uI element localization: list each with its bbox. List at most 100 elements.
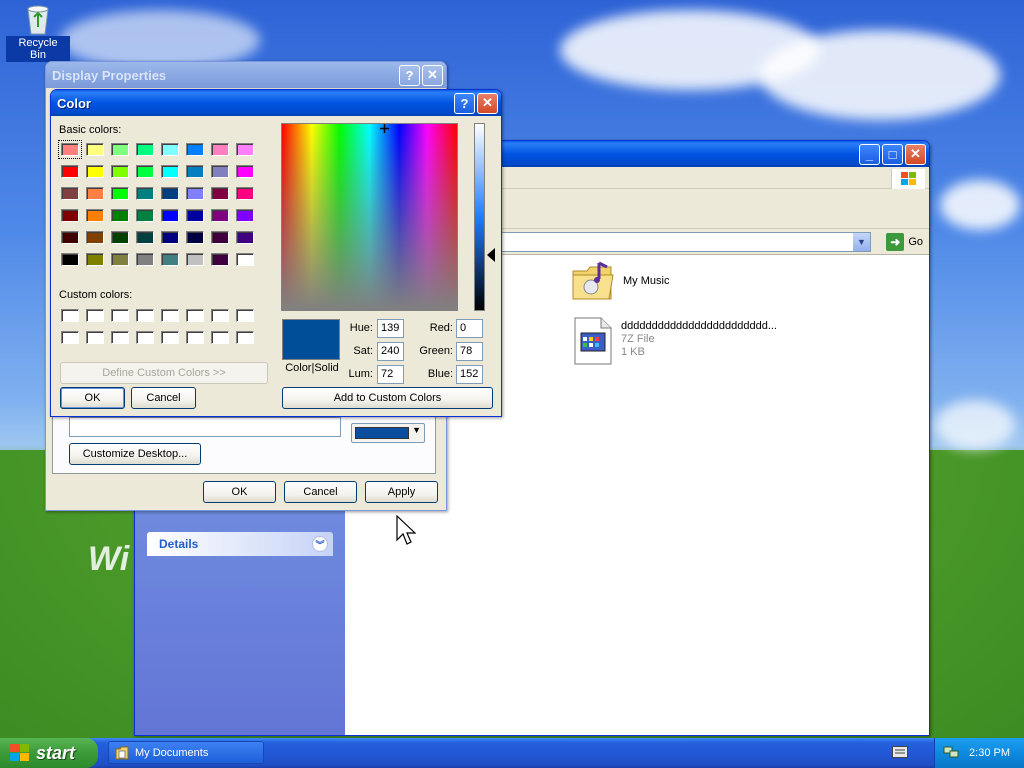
basic-color-swatch[interactable] <box>161 165 179 178</box>
custom-color-swatch[interactable] <box>86 331 104 344</box>
keyboard-icon[interactable] <box>892 746 908 761</box>
basic-color-swatch[interactable] <box>86 231 104 244</box>
basic-color-swatch[interactable] <box>236 209 254 222</box>
custom-color-swatch[interactable] <box>161 309 179 322</box>
basic-color-swatch[interactable] <box>61 231 79 244</box>
description-field[interactable] <box>69 417 341 437</box>
basic-color-swatch[interactable] <box>136 209 154 222</box>
basic-color-swatch[interactable] <box>111 143 129 156</box>
basic-color-swatch[interactable] <box>136 231 154 244</box>
basic-color-swatch[interactable] <box>111 253 129 266</box>
basic-color-swatch[interactable] <box>186 143 204 156</box>
basic-color-swatch[interactable] <box>186 231 204 244</box>
sat-field[interactable]: 240 <box>377 342 404 361</box>
maximize-button[interactable]: □ <box>882 143 903 165</box>
minimize-button[interactable]: _ <box>859 143 880 165</box>
basic-color-swatch[interactable] <box>211 209 229 222</box>
basic-color-swatch[interactable] <box>186 187 204 200</box>
basic-color-swatch[interactable] <box>161 231 179 244</box>
basic-color-swatch[interactable] <box>186 165 204 178</box>
basic-color-swatch[interactable] <box>186 209 204 222</box>
custom-color-swatch[interactable] <box>61 309 79 322</box>
basic-color-swatch[interactable] <box>86 165 104 178</box>
basic-color-swatch[interactable] <box>61 165 79 178</box>
basic-color-swatch[interactable] <box>136 253 154 266</box>
custom-color-swatch[interactable] <box>211 331 229 344</box>
basic-color-swatch[interactable] <box>236 165 254 178</box>
cancel-button[interactable]: Cancel <box>284 481 357 503</box>
basic-color-swatch[interactable] <box>86 143 104 156</box>
chevron-down-icon[interactable]: ▼ <box>853 233 870 251</box>
basic-color-swatch[interactable] <box>61 253 79 266</box>
start-button[interactable]: start <box>0 738 98 768</box>
basic-color-swatch[interactable] <box>136 187 154 200</box>
add-to-custom-colors-button[interactable]: Add to Custom Colors <box>282 387 493 409</box>
ok-button[interactable]: OK <box>60 387 125 409</box>
custom-color-swatch[interactable] <box>236 331 254 344</box>
basic-color-swatch[interactable] <box>211 253 229 266</box>
help-button[interactable]: ? <box>454 92 475 114</box>
basic-color-swatch[interactable] <box>58 140 82 159</box>
ok-button[interactable]: OK <box>203 481 276 503</box>
go-button[interactable]: ➜ Go <box>886 233 923 251</box>
basic-color-swatch[interactable] <box>161 143 179 156</box>
basic-color-swatch[interactable] <box>211 143 229 156</box>
custom-color-swatch[interactable] <box>161 331 179 344</box>
basic-color-swatch[interactable] <box>111 209 129 222</box>
custom-color-swatch[interactable] <box>136 331 154 344</box>
list-item[interactable]: dddddddddddddddddddddddd... 7Z File 1 KB <box>573 317 777 365</box>
basic-color-swatch[interactable] <box>86 253 104 266</box>
customize-desktop-button[interactable]: Customize Desktop... <box>69 443 201 465</box>
basic-color-swatch[interactable] <box>161 209 179 222</box>
basic-color-swatch[interactable] <box>111 187 129 200</box>
basic-color-swatch[interactable] <box>236 231 254 244</box>
basic-color-swatch[interactable] <box>86 209 104 222</box>
custom-color-swatch[interactable] <box>111 331 129 344</box>
custom-color-swatch[interactable] <box>111 309 129 322</box>
custom-color-swatch[interactable] <box>136 309 154 322</box>
custom-color-swatch[interactable] <box>186 309 204 322</box>
recycle-bin-desktop-icon[interactable]: Recycle Bin <box>6 2 70 62</box>
basic-color-swatch[interactable] <box>211 165 229 178</box>
apply-button[interactable]: Apply <box>365 481 438 503</box>
basic-color-swatch[interactable] <box>236 143 254 156</box>
close-button[interactable]: ✕ <box>422 64 443 86</box>
basic-color-swatch[interactable] <box>211 231 229 244</box>
basic-color-swatch[interactable] <box>136 143 154 156</box>
custom-color-swatch[interactable] <box>236 309 254 322</box>
basic-color-swatch[interactable] <box>161 253 179 266</box>
basic-color-swatch[interactable] <box>236 187 254 200</box>
network-icon[interactable] <box>943 745 959 762</box>
close-button[interactable]: ✕ <box>905 143 926 165</box>
basic-color-swatch[interactable] <box>86 187 104 200</box>
basic-color-swatch[interactable] <box>111 165 129 178</box>
basic-color-swatch[interactable] <box>211 187 229 200</box>
color-spectrum[interactable] <box>281 123 458 311</box>
basic-color-swatch[interactable] <box>186 253 204 266</box>
hue-field[interactable]: 139 <box>377 319 404 338</box>
basic-color-swatch[interactable] <box>161 187 179 200</box>
taskbar-item-my-documents[interactable]: My Documents <box>108 741 264 764</box>
display-properties-titlebar[interactable]: Display Properties ? ✕ <box>46 62 446 88</box>
basic-color-swatch[interactable] <box>236 253 254 266</box>
luminance-pointer-icon[interactable] <box>487 248 495 265</box>
luminance-slider[interactable] <box>474 123 485 311</box>
custom-color-swatch[interactable] <box>211 309 229 322</box>
lum-field[interactable]: 72 <box>377 365 404 384</box>
clock[interactable]: 2:30 PM <box>969 747 1010 759</box>
expand-chevron-icon[interactable]: ︾ <box>312 536 328 552</box>
custom-color-swatch[interactable] <box>86 309 104 322</box>
help-button[interactable]: ? <box>399 64 420 86</box>
details-panel-header[interactable]: Details ︾ <box>147 532 333 556</box>
green-field[interactable]: 78 <box>456 342 483 361</box>
custom-color-swatch[interactable] <box>61 331 79 344</box>
basic-color-swatch[interactable] <box>61 187 79 200</box>
define-custom-colors-button[interactable]: Define Custom Colors >> <box>60 362 268 384</box>
basic-color-swatch[interactable] <box>61 209 79 222</box>
color-dialog-titlebar[interactable]: Color ? ✕ <box>51 90 501 116</box>
cancel-button[interactable]: Cancel <box>131 387 196 409</box>
red-field[interactable]: 0 <box>456 319 483 338</box>
color-picker-button[interactable]: ▼ <box>351 423 425 443</box>
basic-color-swatch[interactable] <box>111 231 129 244</box>
list-item[interactable]: My Music <box>571 259 669 303</box>
